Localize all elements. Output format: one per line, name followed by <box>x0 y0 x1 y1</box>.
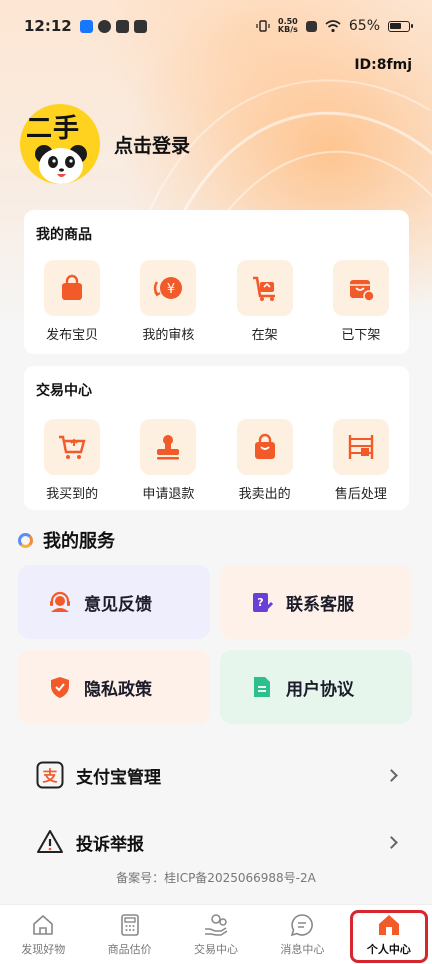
publish-item-button[interactable]: 发布宝贝 <box>24 260 120 343</box>
svg-text:?: ? <box>257 596 263 609</box>
refund-button[interactable]: 申请退款 <box>120 419 216 502</box>
svg-text:¥: ¥ <box>167 282 175 297</box>
status-app-icons <box>79 19 147 33</box>
wifi-icon <box>325 19 341 32</box>
chat-icon <box>291 914 314 937</box>
shopping-bag-icon <box>62 274 83 300</box>
login-button[interactable]: 点击登录 <box>114 131 190 158</box>
status-time: 12:12 <box>24 17 72 35</box>
feedback-button[interactable]: 意见反馈 <box>18 565 210 639</box>
yen-coin-icon: ¥ <box>154 277 183 299</box>
hand-coins-icon <box>205 914 228 936</box>
sold-bag-icon <box>254 433 275 459</box>
alipay-management-row[interactable]: 支 支付宝管理 <box>36 755 398 795</box>
trade-center-card: 交易中心 我买到的 申请退款 我卖出的 售后处理 <box>24 366 409 510</box>
alipay-icon: 支 <box>36 761 64 789</box>
nfc-status-icon <box>305 20 317 32</box>
active-tab-highlight <box>350 910 428 963</box>
tab-messages[interactable]: 消息中心 <box>259 905 345 964</box>
off-shelf-button[interactable]: 已下架 <box>313 260 409 343</box>
headset-icon <box>50 591 70 612</box>
battery-icon <box>388 20 413 32</box>
contact-support-button[interactable]: ? 联系客服 <box>220 565 412 639</box>
edit-doc-icon: ? <box>253 593 274 612</box>
calculator-icon <box>120 914 139 936</box>
services-header: 我的服务 <box>18 527 115 553</box>
svg-text:支: 支 <box>41 767 58 785</box>
tab-discover[interactable]: 发现好物 <box>0 905 86 964</box>
complaint-report-row[interactable]: 投诉举报 <box>36 822 398 862</box>
home-outline-icon <box>33 915 54 935</box>
shield-icon <box>51 677 69 698</box>
privacy-policy-button[interactable]: 隐私政策 <box>18 650 210 724</box>
ring-icon <box>18 532 33 548</box>
bought-button[interactable]: 我买到的 <box>24 419 120 502</box>
battery-percent: 65% <box>348 18 380 34</box>
avatar[interactable]: 二手 <box>20 104 100 184</box>
my-review-button[interactable]: ¥ 我的审核 <box>120 260 216 343</box>
box-remove-icon <box>349 280 375 302</box>
user-agreement-button[interactable]: 用户协议 <box>220 650 412 724</box>
chevron-right-icon <box>385 835 398 849</box>
app-status-icon <box>97 19 111 33</box>
shelf-cart-icon <box>252 276 275 301</box>
trade-center-title: 交易中心 <box>36 383 92 399</box>
sold-button[interactable]: 我卖出的 <box>217 419 313 502</box>
play-status-icon <box>115 19 129 33</box>
alipay-status-icon <box>79 19 93 33</box>
my-goods-title: 我的商品 <box>36 227 92 243</box>
cart-icon <box>59 435 86 459</box>
my-goods-card: 我的商品 发布宝贝 ¥ 我的审核 在架 已下架 <box>24 210 409 354</box>
tab-trade[interactable]: 交易中心 <box>173 905 259 964</box>
panda-icon <box>35 145 87 184</box>
message-status-icon <box>133 19 147 33</box>
vibrate-icon <box>256 20 270 32</box>
user-id: ID:8fmj <box>354 57 412 73</box>
icp-record: 备案号：桂ICP备2025066988号-2A <box>116 871 316 885</box>
document-icon <box>254 677 270 697</box>
tab-valuation[interactable]: 商品估价 <box>86 905 172 964</box>
on-shelf-button[interactable]: 在架 <box>217 260 313 343</box>
shelf-icon <box>348 435 374 459</box>
warning-icon <box>37 830 63 853</box>
stamp-icon <box>157 435 180 460</box>
net-speed: 0.50 KB/s <box>277 17 298 34</box>
services-title: 我的服务 <box>43 531 115 552</box>
status-bar: 12:12 0.50 KB/s 65% <box>0 0 432 52</box>
chevron-right-icon <box>385 768 398 782</box>
after-sales-button[interactable]: 售后处理 <box>313 419 409 502</box>
